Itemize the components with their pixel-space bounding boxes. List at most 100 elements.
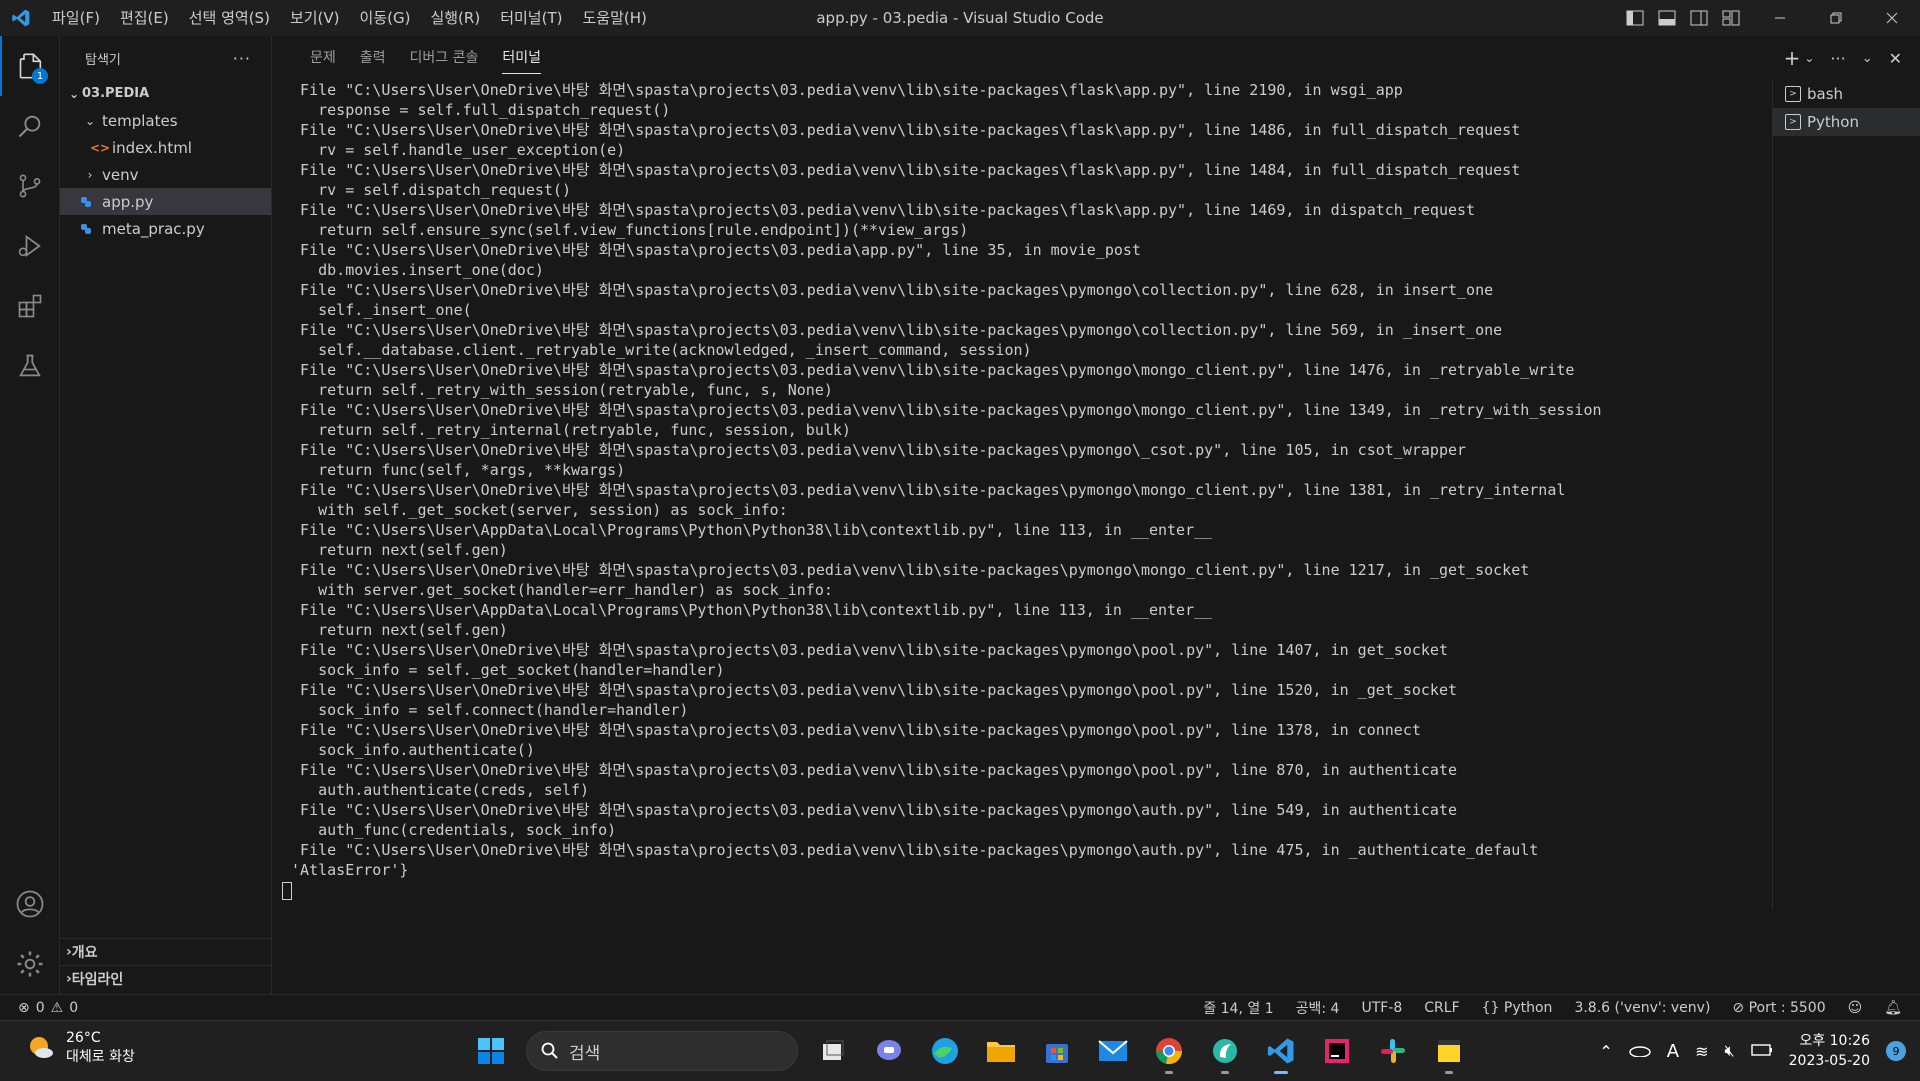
close-button[interactable] xyxy=(1864,0,1920,36)
terminal-item-python[interactable]: > Python xyxy=(1773,108,1920,136)
notification-badge[interactable]: 9 xyxy=(1886,1041,1906,1061)
menu-run[interactable]: 실행(R) xyxy=(420,0,490,36)
menu-selection[interactable]: 선택 영역(S) xyxy=(179,0,280,36)
terminal-line: auth.authenticate(creds, self) xyxy=(282,781,590,799)
terminal-prompt[interactable] xyxy=(282,880,1772,900)
language-mode[interactable]: {} Python xyxy=(1482,1000,1553,1016)
battery-icon[interactable] xyxy=(1750,1042,1773,1061)
terminal-output[interactable]: File "C:\Users\User\OneDrive\바탕 화면\spast… xyxy=(272,80,1772,980)
tree-item-app-py[interactable]: app.py xyxy=(60,188,271,215)
bell-icon[interactable]: 🔔︎ xyxy=(1884,1000,1902,1016)
clock[interactable]: 오후 10:26 2023-05-20 xyxy=(1789,1031,1870,1071)
more-actions-icon[interactable]: ··· xyxy=(1830,49,1845,68)
menu-edit[interactable]: 편집(E) xyxy=(110,0,179,36)
terminal-icon: > xyxy=(1785,114,1801,130)
app-button[interactable] xyxy=(1204,1030,1246,1074)
wifi-icon[interactable]: ≋ xyxy=(1695,1042,1708,1061)
timeline-section[interactable]: › 타임라인 xyxy=(60,965,272,992)
python-file-icon xyxy=(80,223,102,235)
terminal-line: sock_info.authenticate() xyxy=(282,741,535,759)
toggle-secondary-sidebar-icon[interactable] xyxy=(1690,10,1708,26)
cursor-position[interactable]: 줄 14, 열 1 xyxy=(1203,998,1273,1018)
toggle-panel-icon[interactable] xyxy=(1658,10,1676,26)
workspace-root[interactable]: ⌄ 03.PEDIA xyxy=(60,80,271,107)
windows-taskbar: 26°C 대체로 화창 검색 ⌃ A ≋ 🔇︎ 오후 10:26 2023-05… xyxy=(0,1020,1920,1080)
chrome-button[interactable] xyxy=(1148,1030,1190,1074)
volume-muted-icon[interactable]: 🔇︎ xyxy=(1725,1041,1735,1061)
menu-go[interactable]: 이동(G) xyxy=(350,0,421,36)
customize-layout-icon[interactable] xyxy=(1722,10,1740,26)
ime-icon[interactable]: A xyxy=(1667,1041,1679,1062)
explorer-more-button[interactable]: ··· xyxy=(233,49,251,68)
terminal-line: auth_func(credentials, sock_info) xyxy=(282,821,617,839)
tab-problems[interactable]: 문제 xyxy=(298,36,348,80)
close-panel-icon[interactable]: ✕ xyxy=(1889,49,1902,68)
store-button[interactable] xyxy=(1036,1030,1078,1072)
explorer-button[interactable]: 1 xyxy=(0,36,60,96)
sticky-notes-button[interactable] xyxy=(1428,1030,1470,1074)
weather-widget[interactable]: 26°C 대체로 화창 xyxy=(26,1029,135,1067)
teams-chat-button[interactable] xyxy=(868,1030,910,1072)
indentation[interactable]: 공백: 4 xyxy=(1296,998,1340,1018)
timeline-label: 타임라인 xyxy=(71,972,124,988)
tab-debug-console[interactable]: 디버그 콘솔 xyxy=(398,36,491,80)
task-view-button[interactable] xyxy=(812,1030,854,1072)
feedback-icon[interactable]: ☺ xyxy=(1848,1000,1863,1016)
terminal-line: File "C:\Users\User\OneDrive\바탕 화면\spast… xyxy=(282,841,1539,859)
maximize-panel-icon[interactable]: ⌄ xyxy=(1862,51,1873,66)
menu-help[interactable]: 도움말(H) xyxy=(572,0,656,36)
run-debug-button[interactable] xyxy=(0,216,60,276)
slack-button[interactable] xyxy=(1372,1030,1414,1072)
terminal-line: File "C:\Users\User\AppData\Local\Progra… xyxy=(282,601,1213,619)
terminal-line: response = self.full_dispatch_request() xyxy=(282,101,671,119)
terminal-item-bash[interactable]: > bash xyxy=(1773,80,1920,108)
menu-file[interactable]: 파일(F) xyxy=(42,0,110,36)
terminal-line: return next(self.gen) xyxy=(282,621,508,639)
accounts-button[interactable] xyxy=(0,874,60,934)
minimize-button[interactable] xyxy=(1752,0,1808,36)
jetbrains-button[interactable] xyxy=(1316,1030,1358,1072)
search-button[interactable] xyxy=(0,96,60,156)
menu-view[interactable]: 보기(V) xyxy=(280,0,350,36)
outline-section[interactable]: › 개요 xyxy=(60,938,272,965)
edge-button[interactable] xyxy=(924,1030,966,1072)
source-control-button[interactable] xyxy=(0,156,60,216)
toggle-sidebar-icon[interactable] xyxy=(1626,10,1644,26)
file-explorer-button[interactable] xyxy=(980,1030,1022,1072)
terminal-line: File "C:\Users\User\OneDrive\바탕 화면\spast… xyxy=(282,401,1602,419)
slack-icon xyxy=(1381,1039,1405,1063)
onedrive-icon[interactable] xyxy=(1629,1042,1651,1061)
menu-bar: 파일(F) 편집(E) 선택 영역(S) 보기(V) 이동(G) 실행(R) 터… xyxy=(42,0,657,36)
restore-button[interactable] xyxy=(1808,0,1864,36)
live-server-port[interactable]: ⊘ Port : 5500 xyxy=(1732,1000,1825,1016)
tree-item-index-html[interactable]: <> index.html xyxy=(60,134,271,161)
taskbar-search[interactable]: 검색 xyxy=(526,1031,798,1071)
tree-item-label: meta_prac.py xyxy=(102,219,205,238)
python-interpreter[interactable]: 3.8.6 ('venv': venv) xyxy=(1574,1000,1710,1016)
vscode-taskbar-button[interactable] xyxy=(1260,1030,1302,1074)
tree-item-venv[interactable]: › venv xyxy=(60,161,271,188)
new-terminal-icon[interactable]: + xyxy=(1784,46,1801,70)
flask-icon xyxy=(19,354,41,377)
folder-icon xyxy=(987,1042,1015,1062)
tree-item-meta-prac-py[interactable]: meta_prac.py xyxy=(60,215,271,242)
mail-button[interactable] xyxy=(1092,1030,1134,1072)
start-button[interactable] xyxy=(470,1030,512,1072)
jetbrains-icon xyxy=(1325,1039,1349,1063)
terminal-line: File "C:\Users\User\OneDrive\바탕 화면\spast… xyxy=(282,761,1458,779)
menu-terminal[interactable]: 터미널(T) xyxy=(490,0,572,36)
line-ending[interactable]: CRLF xyxy=(1424,1000,1459,1016)
tree-item-templates[interactable]: ⌄ templates xyxy=(60,107,271,134)
extensions-button[interactable] xyxy=(0,276,60,336)
error-count: 0 xyxy=(35,999,45,1016)
chevron-up-icon[interactable]: ⌃ xyxy=(1599,1042,1612,1061)
testing-button[interactable] xyxy=(0,336,60,396)
encoding[interactable]: UTF-8 xyxy=(1361,1000,1402,1016)
vscode-logo-icon[interactable] xyxy=(0,0,42,36)
manage-button[interactable] xyxy=(0,934,60,994)
tab-output[interactable]: 출력 xyxy=(348,36,398,80)
chevron-down-icon[interactable]: ⌄ xyxy=(1804,51,1814,65)
problems-indicator[interactable]: ⊗ 0 ⚠ 0 xyxy=(0,1000,78,1016)
tab-terminal[interactable]: 터미널 xyxy=(490,36,553,80)
running-indicator xyxy=(1274,1071,1288,1074)
